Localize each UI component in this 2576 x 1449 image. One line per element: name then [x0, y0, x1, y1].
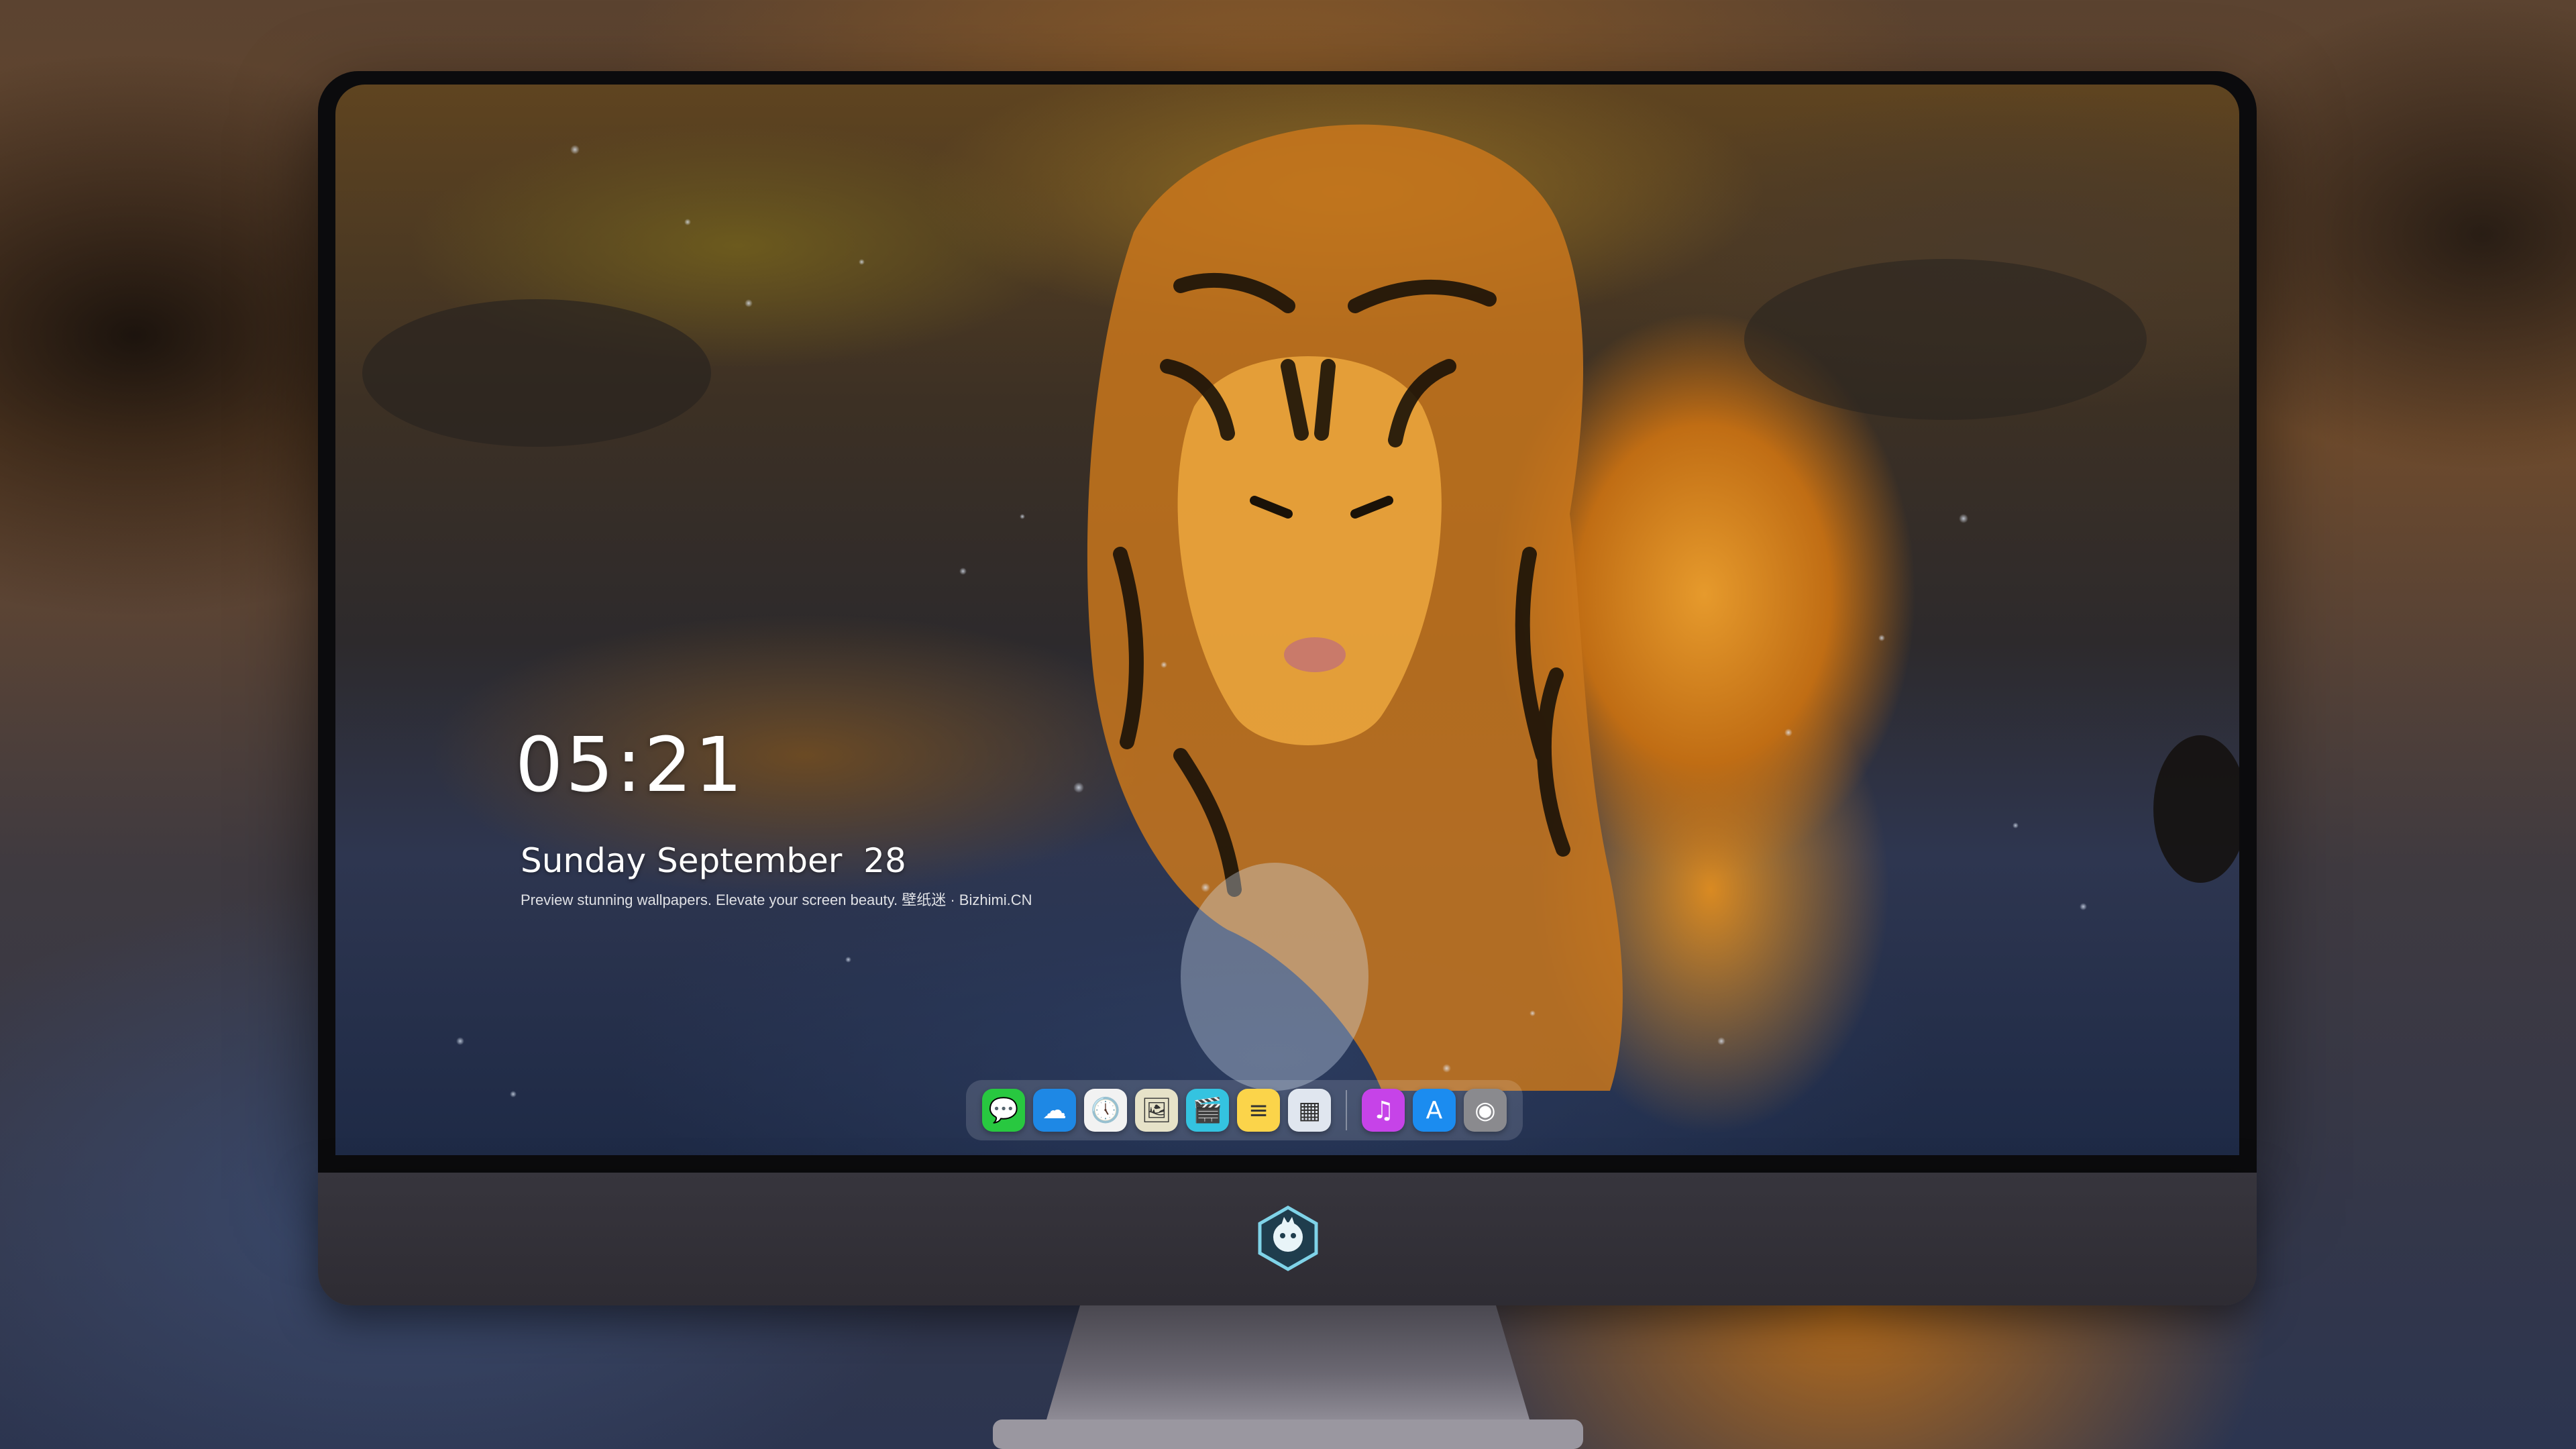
message-bubble-icon[interactable]: 💬	[982, 1089, 1025, 1132]
water-droplet	[959, 568, 967, 575]
water-droplet	[1717, 1037, 1725, 1045]
water-droplet	[1073, 782, 1084, 793]
water-droplet	[1959, 514, 1968, 523]
water-droplet	[1020, 514, 1025, 519]
water-droplet	[570, 145, 580, 154]
lockscreen-wallpaper: 05:21 Sunday September 28 Preview stunni…	[335, 85, 2239, 1155]
water-droplet	[510, 1091, 517, 1097]
lockscreen-date: Sunday September 28	[521, 841, 906, 880]
water-droplet	[1529, 1010, 1536, 1016]
desktop-background: 05:21 Sunday September 28 Preview stunni…	[0, 0, 2576, 1449]
tiger-wallpaper-image	[362, 124, 2239, 1091]
water-splash	[1181, 863, 1368, 1091]
photo-viewer-icon[interactable]: 🖼	[1135, 1089, 1178, 1132]
water-droplet	[845, 957, 851, 963]
dock-separator	[1346, 1090, 1347, 1130]
cloud-icon[interactable]: ☁	[1033, 1089, 1076, 1132]
water-droplet	[456, 1037, 464, 1045]
water-droplet	[1878, 635, 1885, 641]
water-droplet	[745, 299, 753, 307]
water-droplet	[1201, 883, 1210, 892]
rock	[1744, 259, 2147, 420]
photo-collage-icon[interactable]: ▦	[1288, 1089, 1331, 1132]
camera-icon[interactable]: ◉	[1464, 1089, 1507, 1132]
lockscreen-clock: 05:21	[515, 722, 745, 809]
wallpaper-caption: Preview stunning wallpapers. Elevate you…	[521, 892, 1032, 908]
app-store-icon[interactable]: A	[1413, 1089, 1456, 1132]
water-droplet	[1442, 1064, 1451, 1073]
monitor-stand	[993, 1305, 1583, 1449]
water-droplet	[1784, 729, 1792, 737]
rock	[2153, 735, 2239, 883]
water-droplet	[1161, 661, 1167, 668]
rock	[362, 299, 711, 447]
water-droplet	[859, 259, 865, 265]
water-droplet	[2012, 822, 2019, 828]
water-droplet	[2080, 903, 2087, 910]
notes-icon[interactable]: ≡	[1237, 1089, 1280, 1132]
water-droplet	[684, 219, 691, 225]
mascot-logo-icon	[1258, 1205, 1318, 1271]
tiger-nose	[1284, 637, 1346, 672]
dock: 💬 ☁ 🕔 🖼 🎬 ≡ ▦ ♫ A ◉	[966, 1080, 1523, 1140]
music-note-icon[interactable]: ♫	[1362, 1089, 1405, 1132]
clock-icon[interactable]: 🕔	[1084, 1089, 1127, 1132]
clapperboard-icon[interactable]: 🎬	[1186, 1089, 1229, 1132]
